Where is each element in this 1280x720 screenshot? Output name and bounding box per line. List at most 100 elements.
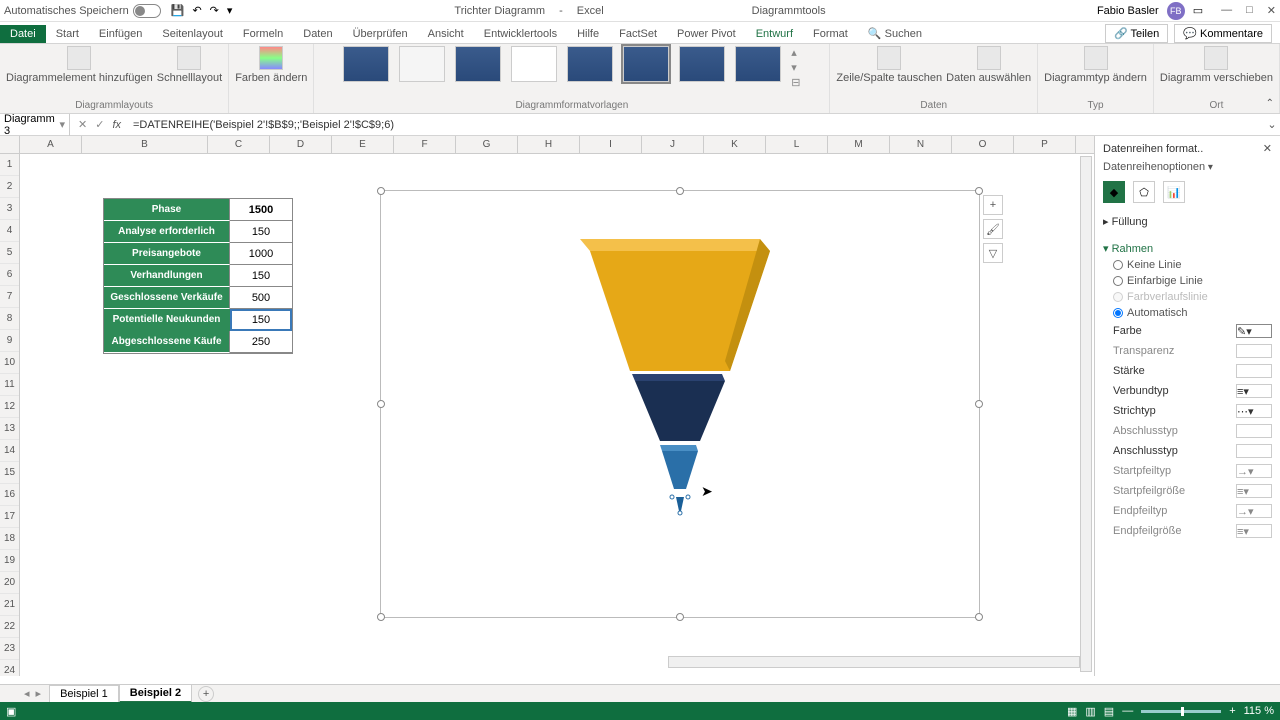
chart-object[interactable]: + 🖌 ▽ [380,190,980,618]
gradient-line-radio[interactable]: Farbverlaufslinie [1103,289,1272,305]
col-c[interactable]: C [208,136,270,153]
close-pane-button[interactable]: ✕ [1263,142,1272,155]
table-row[interactable]: Verhandlungen [104,265,230,287]
zoom-slider[interactable] [1141,710,1221,713]
prev-sheet-icon[interactable]: ◂ [24,687,30,700]
border-section-header[interactable]: ▾ Rahmen [1103,240,1272,257]
resize-handle[interactable] [676,187,684,195]
col-n[interactable]: N [890,136,952,153]
sheet-tab-2[interactable]: Beispiel 2 [119,684,192,703]
no-line-radio[interactable]: Keine Linie [1103,257,1272,273]
tab-help[interactable]: Hilfe [567,25,609,43]
ribbon-display-icon[interactable]: ▭ [1193,4,1203,17]
transparency-slider[interactable]: Transparenz [1103,341,1272,361]
cap-type-select[interactable]: Abschlusstyp [1103,421,1272,441]
series-options-tab-icon[interactable]: 📊 [1163,181,1185,203]
table-row[interactable]: Analyse erforderlich [104,221,230,243]
data-table[interactable]: Phase 1500 Analyse erforderlich150 Preis… [103,198,293,354]
enter-formula-icon[interactable]: ✓ [95,118,104,131]
col-m[interactable]: M [828,136,890,153]
col-k[interactable]: K [704,136,766,153]
formula-input[interactable]: =DATENREIHE('Beispiel 2'!$B$9;;'Beispiel… [129,119,1264,131]
undo-icon[interactable]: ↶ [192,4,201,17]
funnel-chart[interactable] [560,221,800,521]
width-input[interactable]: Stärke [1103,361,1272,381]
grid[interactable]: Phase 1500 Analyse erforderlich150 Preis… [20,154,1094,676]
chart-style-2[interactable] [399,46,445,82]
col-i[interactable]: I [580,136,642,153]
table-row[interactable]: Abgeschlossene Käufe [104,331,230,353]
quick-layout-button[interactable]: Schnelllayout [157,46,222,84]
col-l[interactable]: L [766,136,828,153]
zoom-out-icon[interactable]: — [1122,705,1133,717]
col-h[interactable]: H [518,136,580,153]
expand-formula-bar-icon[interactable]: ⌄ [1264,118,1280,131]
row-headers[interactable]: 12345 678910 1112131415 1617181920 21222… [0,154,20,676]
begin-size-select[interactable]: Startpfeilgröße≡▾ [1103,481,1272,501]
close-button[interactable]: ✕ [1267,4,1276,17]
funnel-segment-3[interactable] [662,451,698,489]
tab-design[interactable]: Entwurf [746,25,803,43]
col-j[interactable]: J [642,136,704,153]
table-header-phase[interactable]: Phase [104,199,230,221]
tab-format[interactable]: Format [803,25,858,43]
vertical-scrollbar[interactable] [1080,156,1092,672]
col-p[interactable]: P [1014,136,1076,153]
tab-start[interactable]: Start [46,25,89,43]
change-chart-type-button[interactable]: Diagrammtyp ändern [1044,46,1147,84]
table-row-selected[interactable]: Potentielle Neukunden [104,309,230,331]
tab-page-layout[interactable]: Seitenlayout [152,25,233,43]
horizontal-scrollbar[interactable] [668,656,1080,668]
col-g[interactable]: G [456,136,518,153]
tab-search[interactable]: 🔍 Suchen [858,24,932,43]
autosave-toggle[interactable]: Automatisches Speichern [4,4,161,18]
chart-style-6[interactable] [623,46,669,82]
funnel-segment-selected[interactable] [676,497,684,511]
cancel-formula-icon[interactable]: ✕ [78,118,87,131]
chart-style-5[interactable] [567,46,613,82]
end-arrow-select[interactable]: Endpfeiltyp→▾ [1103,501,1272,521]
styles-up-icon[interactable]: ▴ [791,46,800,59]
chart-styles-button[interactable]: 🖌 [983,219,1003,239]
name-box[interactable]: Diagramm 3 ▾ [0,113,70,137]
resize-handle[interactable] [975,187,983,195]
select-data-button[interactable]: Daten auswählen [946,46,1031,84]
comments-button[interactable]: 💬 Kommentare [1174,24,1272,43]
funnel-segment-2[interactable] [635,381,725,441]
toggle-icon[interactable] [133,4,161,18]
chart-filters-button[interactable]: ▽ [983,243,1003,263]
tab-formulas[interactable]: Formeln [233,25,293,43]
normal-view-icon[interactable]: ▦ [1067,705,1077,718]
user-avatar[interactable]: FB [1167,2,1185,20]
column-headers[interactable]: A B C D E F G H I J K L M N O P [0,136,1094,154]
fill-line-tab-icon[interactable]: ◆ [1103,181,1125,203]
col-d[interactable]: D [270,136,332,153]
qat-more-icon[interactable]: ▾ [227,4,233,17]
chart-style-3[interactable] [455,46,501,82]
tab-data[interactable]: Daten [293,25,342,43]
sheet-tab-1[interactable]: Beispiel 1 [49,685,119,702]
add-chart-element-button[interactable]: Diagrammelement hinzufügen [6,46,153,84]
maximize-button[interactable]: □ [1246,4,1253,17]
tab-view[interactable]: Ansicht [418,25,474,43]
styles-more-icon[interactable]: ⊟ [791,76,800,89]
col-o[interactable]: O [952,136,1014,153]
effects-tab-icon[interactable]: ⬠ [1133,181,1155,203]
resize-handle[interactable] [676,613,684,621]
fx-icon[interactable]: fx [112,119,121,131]
col-e[interactable]: E [332,136,394,153]
resize-handle[interactable] [975,400,983,408]
resize-handle[interactable] [377,187,385,195]
table-header-value[interactable]: 1500 [230,199,292,221]
zoom-in-icon[interactable]: + [1229,705,1235,717]
pane-subtitle[interactable]: Datenreihenoptionen [1103,161,1205,173]
switch-row-column-button[interactable]: Zeile/Spalte tauschen [836,46,942,84]
col-a[interactable]: A [20,136,82,153]
compound-type-select[interactable]: Verbundtyp≡▾ [1103,381,1272,401]
table-row[interactable]: Geschlossene Verkäufe [104,287,230,309]
add-sheet-button[interactable]: + [198,686,214,702]
resize-handle[interactable] [377,613,385,621]
move-chart-button[interactable]: Diagramm verschieben [1160,46,1273,84]
automatic-radio[interactable]: Automatisch [1103,305,1272,321]
join-type-select[interactable]: Anschlusstyp [1103,441,1272,461]
